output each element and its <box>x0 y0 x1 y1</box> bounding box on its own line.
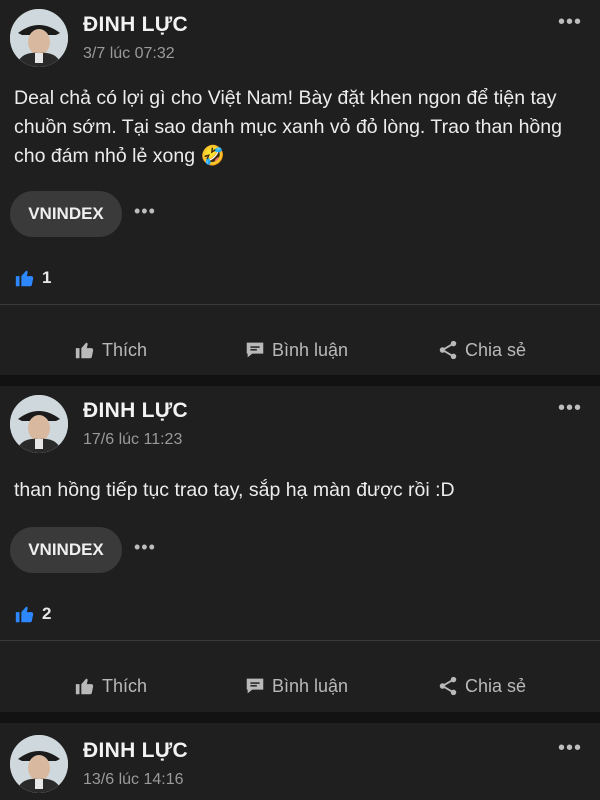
post-timestamp[interactable]: 17/6 lúc 11:23 <box>83 431 182 449</box>
avatar[interactable] <box>10 735 68 793</box>
post-card: ĐINH LỰC 3/7 lúc 07:32 ••• Deal chả có l… <box>0 0 600 375</box>
share-button[interactable]: Chia sẻ <box>437 330 526 370</box>
author-name[interactable]: ĐINH LỰC <box>83 13 188 37</box>
comment-icon <box>246 342 264 358</box>
comment-label: Bình luận <box>272 675 349 696</box>
post-header: ĐINH LỰC 3/7 lúc 07:32 ••• <box>10 9 590 69</box>
more-icon[interactable]: ••• <box>134 537 156 558</box>
share-icon <box>439 340 457 360</box>
comment-button[interactable]: Bình luận <box>244 330 348 370</box>
thumbs-up-icon <box>75 678 94 695</box>
post-card: ĐINH LỰC 13/6 lúc 14:16 ••• <box>0 723 600 800</box>
tag-button[interactable]: VNINDEX <box>10 527 122 573</box>
like-summary[interactable]: 2 <box>14 602 51 626</box>
like-summary[interactable]: 1 <box>14 266 51 290</box>
comment-button[interactable]: Bình luận <box>244 666 348 706</box>
thumbs-up-icon <box>15 606 34 623</box>
like-label: Thích <box>102 339 148 360</box>
action-bar: Thích Bình luận Chia sẻ <box>0 666 600 706</box>
comment-icon <box>246 678 264 694</box>
comment-label: Bình luận <box>272 339 349 360</box>
action-bar: Thích Bình luận Chia sẻ <box>0 330 600 370</box>
avatar[interactable] <box>10 395 68 453</box>
post-header: ĐINH LỰC 17/6 lúc 11:23 ••• <box>10 395 590 455</box>
avatar[interactable] <box>10 9 68 67</box>
like-button[interactable]: Thích <box>74 330 147 370</box>
author-name[interactable]: ĐINH LỰC <box>83 739 188 763</box>
share-label: Chia sẻ <box>465 675 527 696</box>
more-icon[interactable]: ••• <box>558 397 582 420</box>
divider <box>0 640 600 641</box>
author-name[interactable]: ĐINH LỰC <box>83 399 188 423</box>
like-count: 1 <box>42 268 52 287</box>
share-label: Chia sẻ <box>465 339 527 360</box>
post-timestamp[interactable]: 3/7 lúc 07:32 <box>83 45 175 63</box>
thumbs-up-icon <box>75 342 94 359</box>
thumbs-up-icon <box>15 270 34 287</box>
like-label: Thích <box>102 675 148 696</box>
share-icon <box>439 676 457 696</box>
like-count: 2 <box>42 604 52 623</box>
more-icon[interactable]: ••• <box>558 11 582 34</box>
like-button[interactable]: Thích <box>74 666 147 706</box>
more-icon[interactable]: ••• <box>558 737 582 760</box>
divider <box>0 304 600 305</box>
more-icon[interactable]: ••• <box>134 201 156 222</box>
post-timestamp[interactable]: 13/6 lúc 14:16 <box>83 771 184 789</box>
share-button[interactable]: Chia sẻ <box>437 666 526 706</box>
post-content: than hồng tiếp tục trao tay, sắp hạ màn … <box>14 479 455 501</box>
post-header: ĐINH LỰC 13/6 lúc 14:16 ••• <box>10 735 590 795</box>
tag-row: VNINDEX ••• <box>10 191 210 239</box>
tag-row: VNINDEX ••• <box>10 527 210 575</box>
tag-button[interactable]: VNINDEX <box>10 191 122 237</box>
post-content: Deal chả có lợi gì cho Việt Nam! Bày đặt… <box>14 87 562 167</box>
